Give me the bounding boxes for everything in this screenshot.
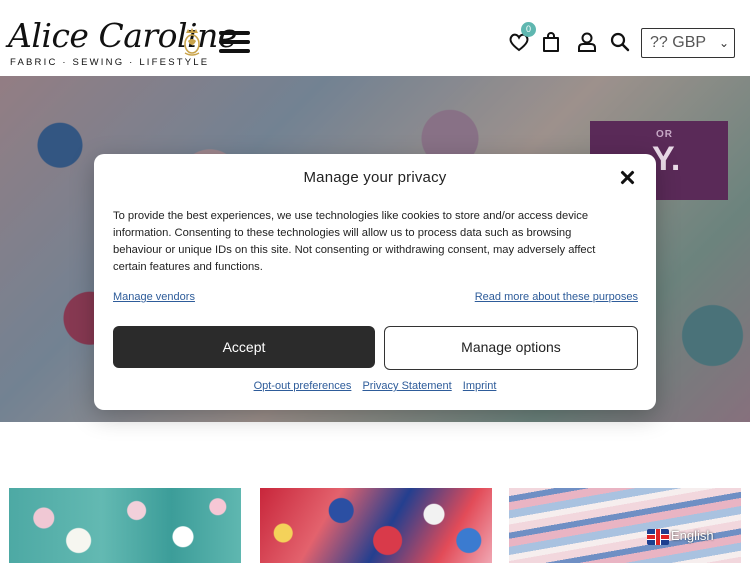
dialog-body-text: To provide the best experiences, we use …: [113, 210, 596, 273]
close-icon[interactable]: [618, 168, 638, 188]
user-icon[interactable]: [575, 30, 599, 54]
manage-vendors-link[interactable]: Manage vendors: [113, 291, 195, 303]
dialog-title: Manage your privacy: [303, 169, 447, 186]
manage-options-button[interactable]: Manage options: [384, 326, 638, 370]
privacy-consent-dialog: Manage your privacy To provide the best …: [94, 154, 656, 410]
category-tile-2[interactable]: [260, 488, 492, 563]
site-logo[interactable]: Alice Caroline FABRIC · SEWING · LIFESTY…: [8, 18, 237, 70]
crest-icon: [184, 28, 200, 56]
imprint-link[interactable]: Imprint: [463, 380, 497, 392]
category-tile-1[interactable]: [9, 488, 241, 563]
category-tile-3[interactable]: [509, 488, 741, 563]
privacy-statement-link[interactable]: Privacy Statement: [362, 380, 451, 392]
accept-button[interactable]: Accept: [113, 326, 375, 368]
opt-out-preferences-link[interactable]: Opt-out preferences: [254, 380, 352, 392]
search-icon[interactable]: [608, 30, 632, 54]
language-switcher-label[interactable]: English: [671, 528, 714, 543]
chevron-down-icon: ⌄: [718, 36, 729, 50]
logo-tagline: FABRIC · SEWING · LIFESTYLE: [10, 57, 210, 68]
currency-select[interactable]: ?? GBP ⌄: [641, 28, 735, 58]
wishlist-count-badge: 0: [521, 22, 536, 37]
currency-label: GBP: [672, 34, 707, 51]
bag-icon[interactable]: [539, 30, 563, 54]
site-header: Alice Caroline FABRIC · SEWING · LIFESTY…: [0, 0, 750, 76]
promo-small-text: OR: [656, 129, 673, 140]
uk-flag-icon[interactable]: [647, 529, 669, 545]
promo-big-text: Y.: [652, 140, 681, 178]
read-more-purposes-link[interactable]: Read more about these purposes: [475, 291, 638, 303]
currency-flag: ??: [650, 34, 668, 51]
dialog-footer-links: Opt-out preferences Privacy Statement Im…: [94, 380, 656, 392]
menu-icon[interactable]: [219, 31, 250, 53]
